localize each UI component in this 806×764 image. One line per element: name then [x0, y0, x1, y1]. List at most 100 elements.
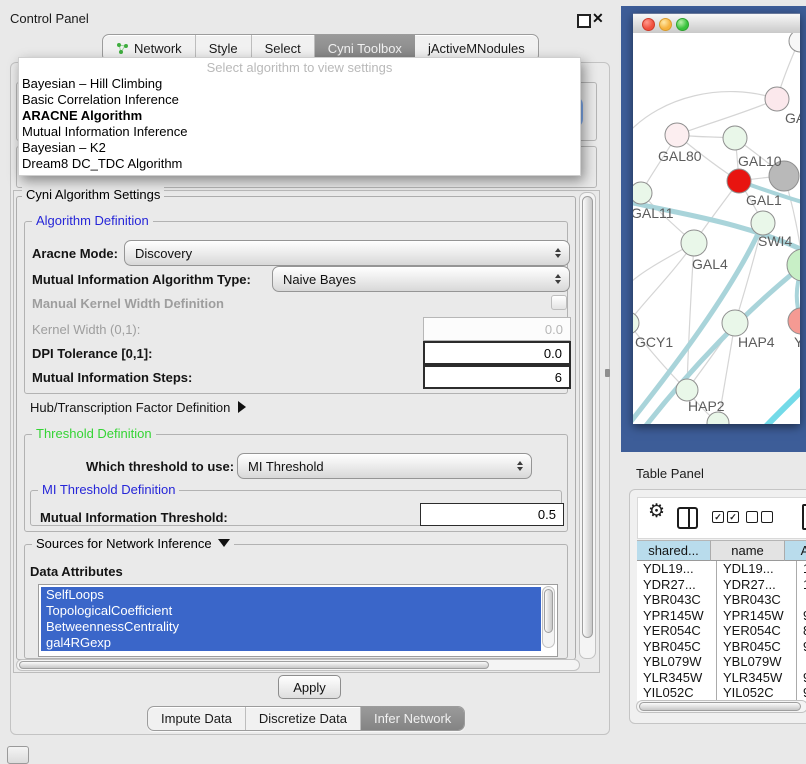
table-cell[interactable]: 9.: [797, 685, 806, 701]
network-node-gal11[interactable]: [633, 182, 652, 204]
node-label: GAL11: [633, 205, 674, 221]
algorithm-option[interactable]: Basic Correlation Inference: [19, 92, 580, 108]
table-cell[interactable]: 8.: [797, 623, 806, 639]
network-node-gal1[interactable]: [727, 169, 751, 193]
settings-horizontal-scrollbar[interactable]: [16, 659, 580, 671]
network-node[interactable]: [788, 308, 800, 334]
gear-icon[interactable]: ⚙: [648, 500, 665, 523]
manual-kernel-checkbox[interactable]: [551, 295, 567, 310]
network-node-gal10[interactable]: [723, 126, 747, 150]
table-row[interactable]: YDL19...YDL19...13: [637, 561, 806, 577]
column-layout-icon[interactable]: [677, 507, 698, 529]
select-all-icon[interactable]: ✓ ✓: [712, 511, 739, 523]
column-header-name[interactable]: name: [711, 540, 785, 561]
close-icon[interactable]: ✕: [592, 10, 604, 27]
network-node-gcy1[interactable]: [633, 312, 639, 334]
minimize-traffic-light[interactable]: [659, 18, 672, 31]
table-cell[interactable]: 9.: [797, 639, 806, 655]
table-cell[interactable]: YDL19...: [637, 561, 717, 577]
combo-value: MI Threshold: [248, 459, 324, 474]
table-cell[interactable]: YPR145W: [637, 608, 717, 624]
network-node-hap4[interactable]: [722, 310, 748, 336]
algorithm-option[interactable]: Bayesian – Hill Climbing: [19, 76, 580, 92]
attribute-list-item[interactable]: TopologicalCoefficient: [41, 603, 541, 619]
table-header-row: shared... name A: [637, 540, 806, 561]
network-node-gal80[interactable]: [665, 123, 689, 147]
algorithm-option[interactable]: Dream8 DC_TDC Algorithm: [19, 156, 580, 172]
table-cell[interactable]: YPR145W: [717, 608, 797, 624]
hub-definition-expander[interactable]: Hub/Transcription Factor Definition: [30, 400, 246, 415]
table-cell[interactable]: YBL079W: [717, 654, 797, 670]
zoom-traffic-light[interactable]: [676, 18, 689, 31]
table-cell[interactable]: YER054C: [717, 623, 797, 639]
dpi-tolerance-field[interactable]: 0.0: [423, 341, 571, 365]
scrollbar-thumb[interactable]: [582, 196, 593, 638]
attribute-list-item[interactable]: gal4RGexp: [41, 635, 541, 651]
table-row[interactable]: YER054CYER054C8.: [637, 623, 806, 639]
attribute-list-item[interactable]: SelfLoops: [41, 587, 541, 603]
table-cell[interactable]: 13: [797, 561, 806, 577]
network-canvas[interactable]: GAL GAL80 GAL10 GAL1 GAL11 SWI4 GAL4 GCY…: [633, 33, 800, 424]
close-traffic-light[interactable]: [642, 18, 655, 31]
algorithm-option[interactable]: Mutual Information Inference: [19, 124, 580, 140]
algorithm-option[interactable]: ARACNE Algorithm: [19, 108, 580, 124]
scrollbar-thumb[interactable]: [19, 661, 489, 669]
network-node[interactable]: [765, 87, 789, 111]
scrollbar-thumb[interactable]: [544, 589, 553, 633]
float-panel-icon[interactable]: [577, 14, 591, 28]
tab-infer-network[interactable]: Infer Network: [361, 707, 464, 730]
network-node[interactable]: [789, 33, 800, 52]
tab-impute-data[interactable]: Impute Data: [148, 707, 246, 730]
aracne-mode-combo[interactable]: Discovery: [124, 240, 570, 266]
table-cell[interactable]: [797, 654, 806, 670]
table-cell[interactable]: YBR043C: [637, 592, 717, 608]
table-horizontal-scrollbar[interactable]: [636, 700, 806, 713]
mi-threshold-field[interactable]: 0.5: [420, 503, 564, 526]
table-cell[interactable]: YLR345W: [637, 670, 717, 686]
table-row[interactable]: YPR145WYPR145W9.: [637, 608, 806, 624]
which-threshold-combo[interactable]: MI Threshold: [237, 453, 532, 479]
table-row[interactable]: YIL052CYIL052C9.: [637, 685, 806, 701]
mi-steps-field[interactable]: 6: [423, 365, 571, 389]
table-cell[interactable]: YBR043C: [717, 592, 797, 608]
algorithm-option[interactable]: Bayesian – K2: [19, 140, 580, 156]
attribute-list-item[interactable]: BetweennessCentrality: [41, 619, 541, 635]
function-builder-icon[interactable]: [802, 504, 806, 530]
network-node-swi4[interactable]: [751, 211, 775, 235]
scrollbar-thumb[interactable]: [639, 702, 801, 711]
window-titlebar[interactable]: [633, 13, 800, 34]
table-row[interactable]: YLR345WYLR345W9.: [637, 670, 806, 686]
column-header-partial[interactable]: A: [785, 540, 806, 561]
table-row[interactable]: YDR27...YDR27...12: [637, 577, 806, 593]
collapsed-panel-icon[interactable]: [7, 746, 29, 764]
apply-button[interactable]: Apply: [278, 675, 341, 699]
column-header-shared-name[interactable]: shared...: [637, 540, 711, 561]
table-cell[interactable]: YIL052C: [637, 685, 717, 701]
tab-discretize-data[interactable]: Discretize Data: [246, 707, 361, 730]
combo-value: Naive Bayes: [283, 272, 356, 287]
table-cell[interactable]: YIL052C: [717, 685, 797, 701]
panel-splitter-handle[interactable]: [605, 369, 610, 377]
kernel-width-field[interactable]: 0.0: [423, 317, 571, 341]
table-cell[interactable]: YDL19...: [717, 561, 797, 577]
table-row[interactable]: YBR045CYBR045C9.: [637, 639, 806, 655]
table-cell[interactable]: YBR045C: [637, 639, 717, 655]
table-cell[interactable]: YDR27...: [637, 577, 717, 593]
table-cell[interactable]: YLR345W: [717, 670, 797, 686]
table-cell[interactable]: [797, 592, 806, 608]
deselect-all-icon[interactable]: [746, 511, 773, 523]
table-cell[interactable]: YBL079W: [637, 654, 717, 670]
table-row[interactable]: YBL079WYBL079W: [637, 654, 806, 670]
settings-vertical-scrollbar[interactable]: [579, 192, 596, 659]
table-cell[interactable]: 9.: [797, 670, 806, 686]
table-cell[interactable]: 12: [797, 577, 806, 593]
table-cell[interactable]: YER054C: [637, 623, 717, 639]
mi-type-combo[interactable]: Naive Bayes: [272, 266, 570, 292]
table-cell[interactable]: YBR045C: [717, 639, 797, 655]
table-cell[interactable]: YDR27...: [717, 577, 797, 593]
sources-group-title[interactable]: Sources for Network Inference: [32, 536, 234, 551]
table-cell[interactable]: 9.: [797, 608, 806, 624]
table-row[interactable]: YBR043CYBR043C: [637, 592, 806, 608]
attribute-list-scrollbar[interactable]: [542, 586, 555, 648]
network-node-gal4[interactable]: [681, 230, 707, 256]
